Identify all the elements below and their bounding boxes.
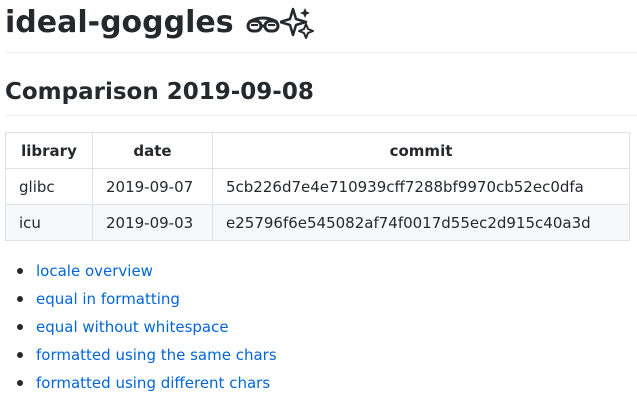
page-title: ideal-goggles: [5, 4, 314, 42]
table-row: glibc 2019-09-07 5cb226d7e4e710939cff728…: [5, 168, 630, 205]
section-heading: Comparison 2019-09-08: [5, 79, 314, 105]
link-list: locale overview equal in formatting equa…: [5, 257, 277, 397]
list-item: locale overview: [17, 257, 277, 285]
cell-commit: 5cb226d7e4e710939cff7288bf9970cb52ec0dfa: [212, 168, 630, 205]
title-divider: [5, 52, 637, 53]
title-emoji: [246, 7, 314, 39]
comparison-table: library date commit glibc 2019-09-07 5cb…: [5, 132, 630, 241]
cell-commit: e25796f6e545082af74f0017d55ec2d915c40a3d: [212, 204, 630, 241]
cell-date: 2019-09-07: [92, 168, 213, 205]
sparkles-icon: [279, 7, 314, 39]
list-item: formatted using the same chars: [17, 341, 277, 369]
cell-library: icu: [5, 204, 93, 241]
column-header-library: library: [5, 132, 93, 169]
table-header-row: library date commit: [5, 132, 630, 169]
column-header-commit: commit: [212, 132, 630, 169]
page-title-text: ideal-goggles: [5, 5, 234, 40]
link-formatted-same-chars[interactable]: formatted using the same chars: [36, 346, 277, 364]
cell-date: 2019-09-03: [92, 204, 213, 241]
link-formatted-different-chars[interactable]: formatted using different chars: [36, 374, 270, 392]
list-item: formatted using different chars: [17, 369, 277, 397]
cell-library: glibc: [5, 168, 93, 205]
goggles-icon: [246, 16, 280, 33]
link-equal-in-formatting[interactable]: equal in formatting: [36, 290, 180, 308]
section-divider: [5, 115, 637, 116]
table-row: icu 2019-09-03 e25796f6e545082af74f0017d…: [5, 204, 630, 241]
link-locale-overview[interactable]: locale overview: [36, 262, 153, 280]
list-item: equal without whitespace: [17, 313, 277, 341]
column-header-date: date: [92, 132, 213, 169]
list-item: equal in formatting: [17, 285, 277, 313]
link-equal-without-whitespace[interactable]: equal without whitespace: [36, 318, 229, 336]
